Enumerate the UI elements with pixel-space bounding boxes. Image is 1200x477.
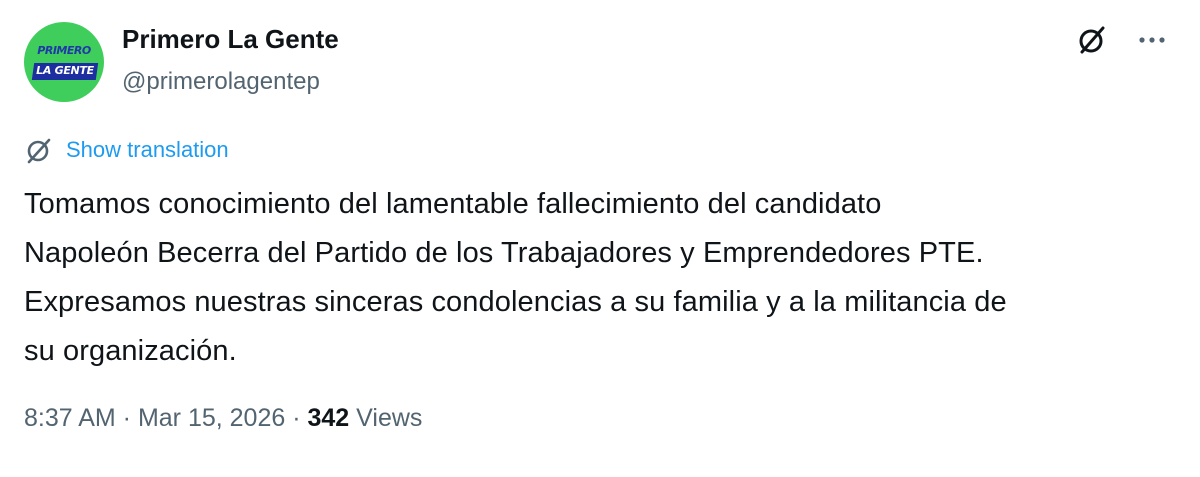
display-name[interactable]: Primero La Gente: [122, 24, 339, 55]
grok-icon[interactable]: [1076, 24, 1108, 56]
avatar-logo-top: PRIMERO: [37, 44, 91, 57]
tweet-header: PRIMERO LA GENTE Primero La Gente @prime…: [24, 18, 1170, 102]
tweet-text-line: Napoleón Becerra del Partido de los Trab…: [24, 237, 984, 269]
user-handle[interactable]: @primerolagentep: [122, 68, 320, 96]
avatar[interactable]: PRIMERO LA GENTE: [24, 22, 104, 102]
show-translation-label: Show translation: [66, 137, 229, 162]
views-label: Views: [349, 404, 423, 432]
tweet-text-line: Expresamos nuestras sinceras condolencia…: [24, 286, 1007, 318]
tweet-text: Tomamos conocimiento del lamentable fall…: [24, 180, 1174, 376]
translate-icon: [27, 138, 51, 164]
show-translation-link[interactable]: Show translation: [24, 134, 229, 166]
tweet-text-line: su organización.: [24, 335, 237, 367]
more-icon[interactable]: [1134, 24, 1170, 56]
tweet-text-line: Tomamos conocimiento del lamentable fall…: [24, 188, 882, 220]
tweet-card: PRIMERO LA GENTE Primero La Gente @prime…: [0, 0, 1200, 477]
tweet-time[interactable]: 8:37 AM: [24, 404, 116, 432]
tweet-date[interactable]: Mar 15, 2026: [138, 404, 285, 432]
views-count[interactable]: 342: [308, 404, 350, 432]
avatar-logo-bottom: LA GENTE: [36, 64, 94, 77]
meta-separator: ·: [285, 404, 308, 432]
tweet-meta: 8:37 AM · Mar 15, 2026 · 342 Views: [24, 404, 422, 433]
meta-separator: ·: [115, 404, 138, 432]
